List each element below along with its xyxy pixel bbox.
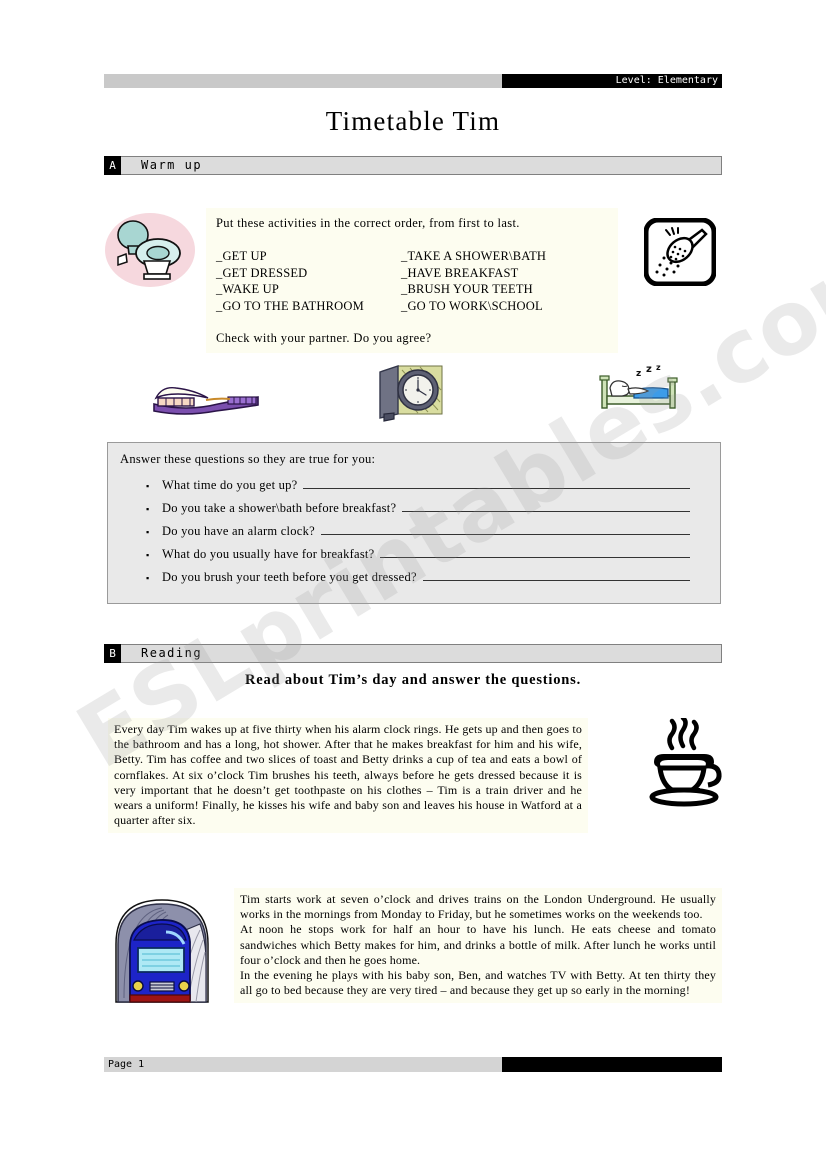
activity-item: _HAVE BREAKFAST [401,265,519,280]
section-header-b: B Reading [104,644,722,663]
shower-head-icon [643,217,717,287]
train-in-tunnel-icon [104,888,220,1006]
activity-order-list: _GET UP _TAKE A SHOWER\BATH _GET DRESSED… [216,248,608,314]
personal-questions-box: Answer these questions so they are true … [107,442,721,604]
bullet-icon: ▪ [146,550,150,560]
answer-line[interactable] [320,523,690,535]
sleeping-in-bed-icon: z z z [598,363,680,416]
activity-item: _GO TO THE BATHROOM [216,298,364,313]
reading-passage-one: Every day Tim wakes up at five thirty wh… [108,718,588,834]
activity-item: _TAKE A SHOWER\BATH [401,249,547,263]
list-item: ▪ Do you have an alarm clock? [120,523,708,546]
footer-bar: Page 1 [104,1057,722,1072]
answer-line[interactable] [422,569,690,581]
reading-passage-two: Tim starts work at seven o’clock and dri… [234,888,722,1004]
activity-item: _GET UP [216,249,267,263]
activity-item: _GO TO WORK\SCHOOL [401,298,543,313]
answer-line[interactable] [303,477,690,489]
passage-two-paragraph: At noon he stops work for half an hour t… [240,922,716,967]
warm-up-instruction: Put these activities in the correct orde… [216,216,520,230]
list-item: ▪ What time do you get up? [120,477,708,500]
passage-two-paragraph: Tim starts work at seven o’clock and dri… [240,892,716,922]
bullet-icon: ▪ [146,573,150,583]
list-item: ▪ Do you take a shower\bath before break… [120,500,708,523]
worksheet-page: Level: Elementary Timetable Tim A Warm u… [0,0,826,1169]
top-banner: Level: Elementary [104,74,722,88]
top-banner-grey-segment [104,74,502,88]
footer-black-segment [502,1057,722,1072]
list-item: ▪ Do you brush your teeth before you get… [120,569,708,592]
list-item: ▪ What do you usually have for breakfast… [120,546,708,569]
alarm-clock-icon [378,364,444,422]
page-title: Timetable Tim [325,106,501,136]
question-text: Do you brush your teeth before you get d… [162,570,417,584]
answer-line[interactable] [402,500,690,512]
warm-up-activity-box: Put these activities in the correct orde… [206,208,618,353]
section-title-reading: Reading [121,644,722,663]
section-letter-b: B [104,644,121,663]
svg-text:z: z [636,369,641,379]
section-title-warm-up: Warm up [121,156,722,175]
toothbrush-icon [146,378,262,416]
question-text: What time do you get up? [162,478,298,492]
toilet-icon [104,212,196,288]
level-label: Level: Elementary [502,74,722,88]
check-with-partner-line: Check with your partner. Do you agree? [216,331,432,345]
question-text: What do you usually have for breakfast? [162,547,375,561]
page-number-label: Page 1 [104,1057,502,1072]
passage-two-paragraph: In the evening he plays with his baby so… [240,968,716,998]
coffee-cup-icon [638,715,730,810]
section-letter-a: A [104,156,121,175]
reading-instruction: Read about Tim’s day and answer the ques… [245,672,581,688]
questions-intro: Answer these questions so they are true … [120,452,376,466]
questions-list: ▪ What time do you get up? ▪ Do you take… [120,477,708,592]
answer-line[interactable] [380,546,690,558]
question-text: Do you take a shower\bath before breakfa… [162,501,397,515]
section-header-a: A Warm up [104,156,722,175]
svg-text:z: z [646,364,652,375]
activity-item: _BRUSH YOUR TEETH [401,282,533,296]
bullet-icon: ▪ [146,504,150,514]
question-text: Do you have an alarm clock? [162,524,315,538]
bullet-icon: ▪ [146,481,150,491]
bullet-icon: ▪ [146,527,150,537]
svg-text:z: z [656,364,661,372]
activity-item: _WAKE UP [216,282,280,296]
activity-item: _GET DRESSED [216,265,308,280]
